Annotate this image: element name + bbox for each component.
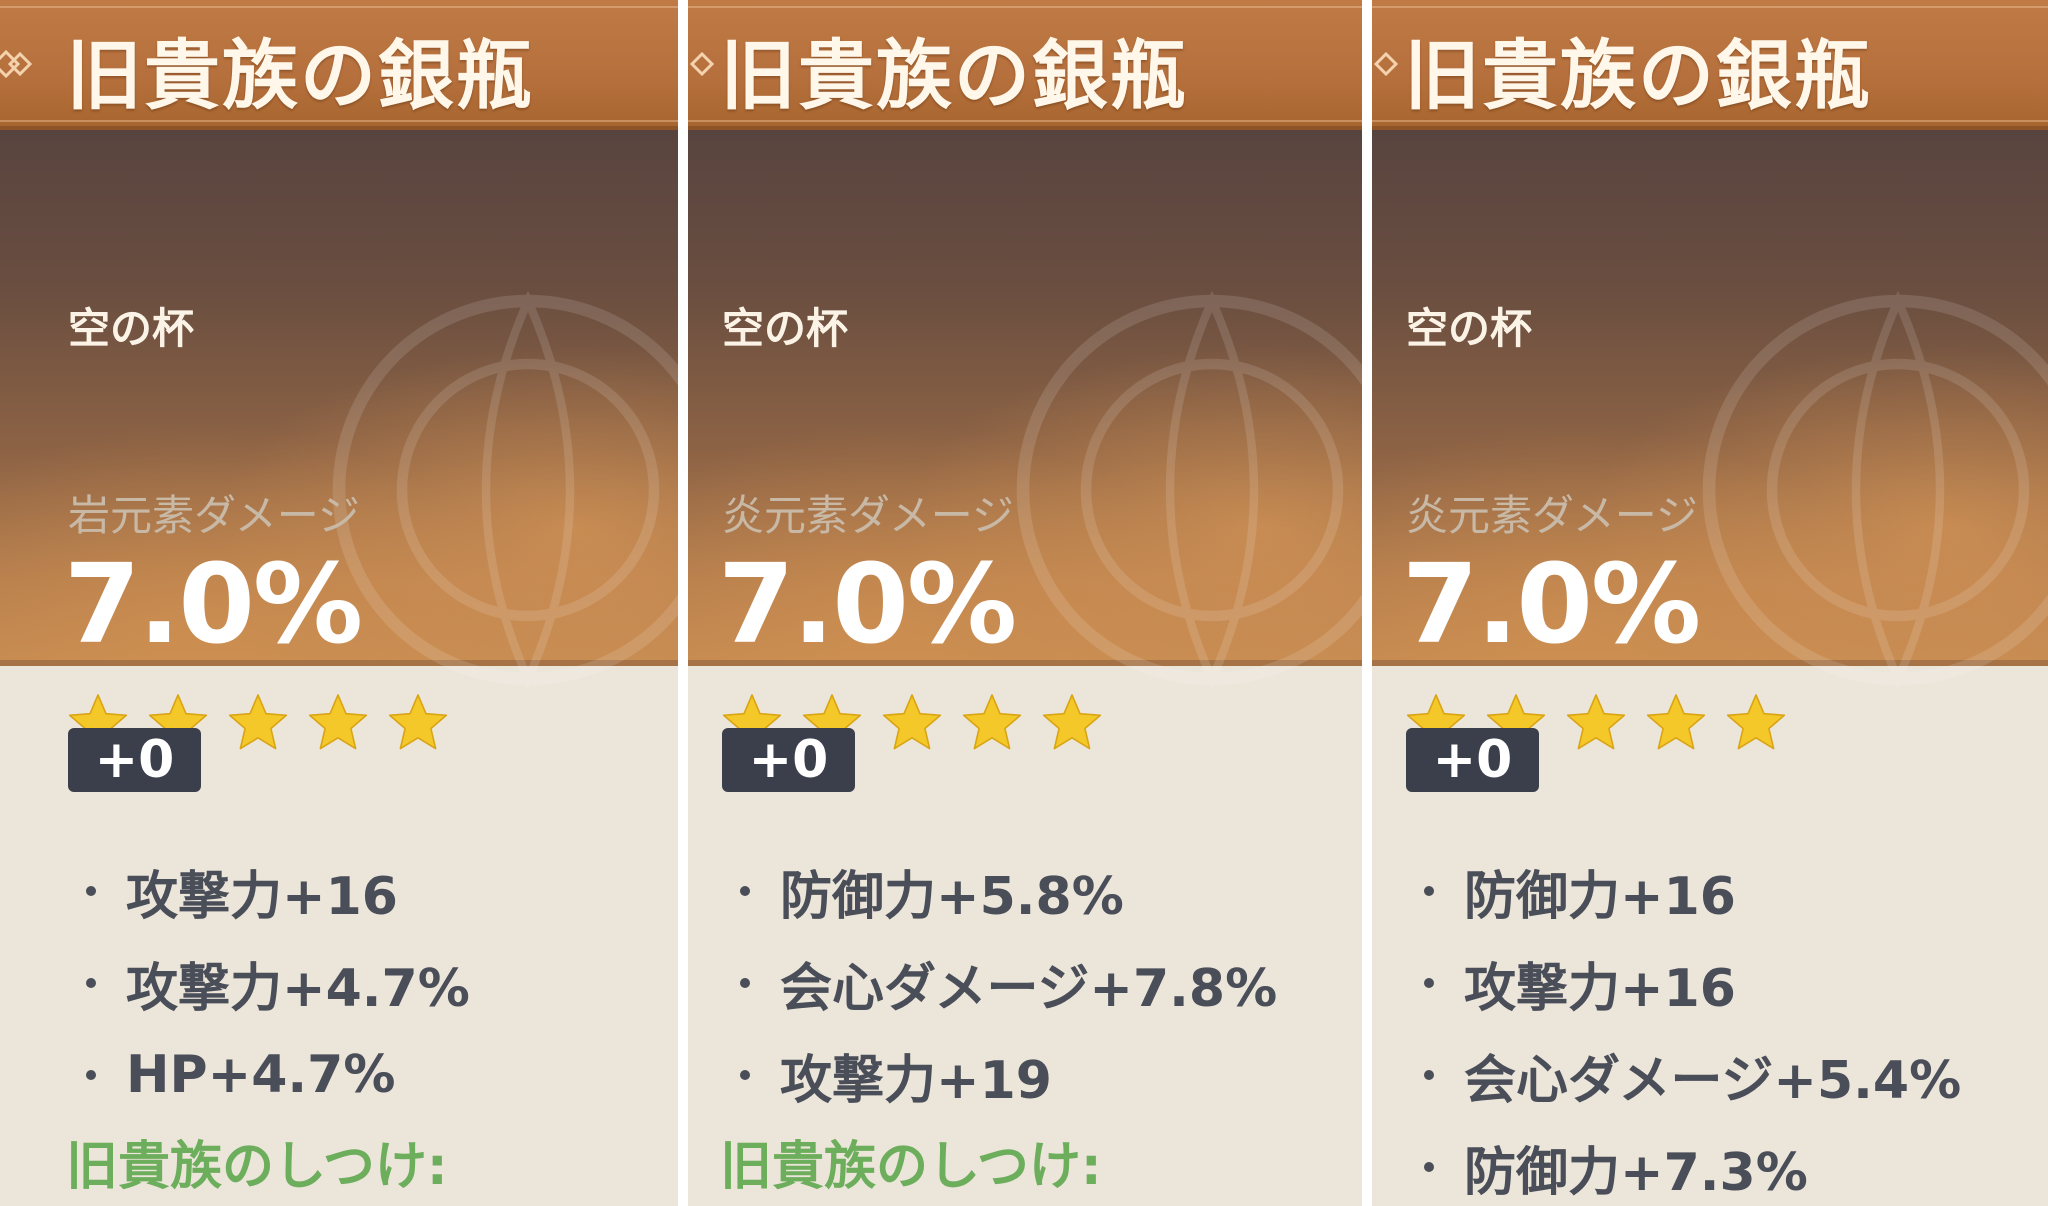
bullet-icon bbox=[86, 978, 96, 988]
star-icon bbox=[1646, 694, 1706, 750]
artifact-slot: 空の杯 bbox=[1406, 304, 1533, 353]
substat-text: 攻撃力+16 bbox=[1464, 958, 1736, 1019]
artifact-slot: 空の杯 bbox=[722, 304, 849, 353]
artifact-title: 旧貴族の銀瓶 bbox=[1404, 31, 1872, 120]
substat-text: HP+4.7% bbox=[126, 1045, 396, 1105]
substat-list: 攻撃力+16 攻撃力+4.7% HP+4.7% bbox=[80, 845, 470, 1121]
star-icon bbox=[308, 694, 368, 750]
main-stat-label: 炎元素ダメージ bbox=[1406, 491, 1698, 540]
artifact-hero: 空の杯 炎元素ダメージ 7.0% bbox=[688, 130, 1362, 750]
substat-item: 攻撃力+16 bbox=[80, 845, 470, 937]
star-icon bbox=[228, 694, 288, 750]
star-icon bbox=[1726, 694, 1786, 750]
bullet-icon bbox=[1424, 978, 1434, 988]
star-icon bbox=[882, 694, 942, 750]
bullet-icon bbox=[1424, 886, 1434, 896]
substat-text: 攻撃力+19 bbox=[780, 1050, 1052, 1111]
star-icon bbox=[388, 694, 448, 750]
artifact-title: 旧貴族の銀瓶 bbox=[66, 31, 534, 120]
substat-text: 攻撃力+16 bbox=[126, 866, 398, 927]
artifact-slot: 空の杯 bbox=[68, 304, 195, 353]
star-icon bbox=[1566, 694, 1626, 750]
main-stat-value: 7.0% bbox=[718, 540, 1017, 668]
substat-item: 防御力+16 bbox=[1418, 845, 1961, 937]
bullet-icon bbox=[86, 886, 96, 896]
bullet-icon bbox=[740, 886, 750, 896]
star-icon bbox=[1042, 694, 1102, 750]
background-pattern-icon bbox=[1016, 290, 1362, 690]
substat-text: 防御力+7.3% bbox=[1464, 1142, 1808, 1203]
substat-item: 会心ダメージ+7.8% bbox=[734, 937, 1277, 1029]
substat-item: 会心ダメージ+5.4% bbox=[1418, 1029, 1961, 1121]
main-stat-label: 炎元素ダメージ bbox=[722, 491, 1014, 540]
bullet-icon bbox=[1424, 1162, 1434, 1172]
substat-text: 防御力+16 bbox=[1464, 866, 1736, 927]
artifact-card[interactable]: 旧貴族の銀瓶 空の杯 炎元素ダメージ 7.0% +0 防御力+5.8% 会心ダメー… bbox=[688, 0, 1362, 1206]
substat-text: 防御力+5.8% bbox=[780, 866, 1124, 927]
substat-text: 攻撃力+4.7% bbox=[126, 958, 470, 1019]
artifact-card[interactable]: 旧貴族の銀瓶 空の杯 炎元素ダメージ 7.0% +0 防御力+16 攻撃力+16 会… bbox=[1372, 0, 2048, 1206]
diamond-ornament-icon bbox=[1373, 51, 1398, 77]
diamond-ornament-icon bbox=[0, 49, 32, 79]
set-bonus-label: 旧貴族のしつけ: bbox=[66, 1137, 448, 1197]
artifact-comparison: 旧貴族の銀瓶 空の杯 岩元素ダメージ 7.0% +0 攻撃力+16 攻撃力+4.7… bbox=[0, 0, 2048, 1206]
artifact-hero: 空の杯 炎元素ダメージ 7.0% bbox=[1372, 130, 2048, 750]
diamond-ornament-icon bbox=[689, 51, 714, 77]
title-bar: 旧貴族の銀瓶 bbox=[1372, 0, 2048, 130]
bullet-icon bbox=[740, 1070, 750, 1080]
main-stat-value: 7.0% bbox=[1402, 540, 1701, 668]
substat-item: 防御力+5.8% bbox=[734, 845, 1277, 937]
substat-text: 会心ダメージ+7.8% bbox=[780, 958, 1278, 1019]
artifact-title: 旧貴族の銀瓶 bbox=[720, 31, 1188, 120]
title-bar: 旧貴族の銀瓶 bbox=[688, 0, 1362, 130]
substat-item: 攻撃力+19 bbox=[734, 1029, 1277, 1121]
substat-list: 防御力+5.8% 会心ダメージ+7.8% 攻撃力+19 bbox=[734, 845, 1277, 1121]
main-stat-label: 岩元素ダメージ bbox=[68, 491, 360, 540]
bullet-icon bbox=[740, 978, 750, 988]
artifact-card[interactable]: 旧貴族の銀瓶 空の杯 岩元素ダメージ 7.0% +0 攻撃力+16 攻撃力+4.7… bbox=[0, 0, 678, 1206]
substat-item: HP+4.7% bbox=[80, 1029, 470, 1121]
background-pattern-icon bbox=[332, 290, 678, 690]
level-badge: +0 bbox=[1406, 728, 1539, 792]
bullet-icon bbox=[86, 1070, 96, 1080]
star-icon bbox=[962, 694, 1022, 750]
main-stat-value: 7.0% bbox=[64, 540, 363, 668]
substat-item: 防御力+7.3% bbox=[1418, 1121, 1961, 1206]
set-bonus-label: 旧貴族のしつけ: bbox=[720, 1137, 1102, 1197]
title-bar: 旧貴族の銀瓶 bbox=[0, 0, 678, 130]
substat-text: 会心ダメージ+5.4% bbox=[1464, 1050, 1962, 1111]
substat-list: 防御力+16 攻撃力+16 会心ダメージ+5.4% 防御力+7.3% bbox=[1418, 845, 1961, 1206]
level-badge: +0 bbox=[68, 728, 201, 792]
substat-item: 攻撃力+4.7% bbox=[80, 937, 470, 1029]
artifact-hero: 空の杯 岩元素ダメージ 7.0% bbox=[0, 130, 678, 750]
bullet-icon bbox=[1424, 1070, 1434, 1080]
background-pattern-icon bbox=[1702, 290, 2048, 690]
substat-item: 攻撃力+16 bbox=[1418, 937, 1961, 1029]
level-badge: +0 bbox=[722, 728, 855, 792]
